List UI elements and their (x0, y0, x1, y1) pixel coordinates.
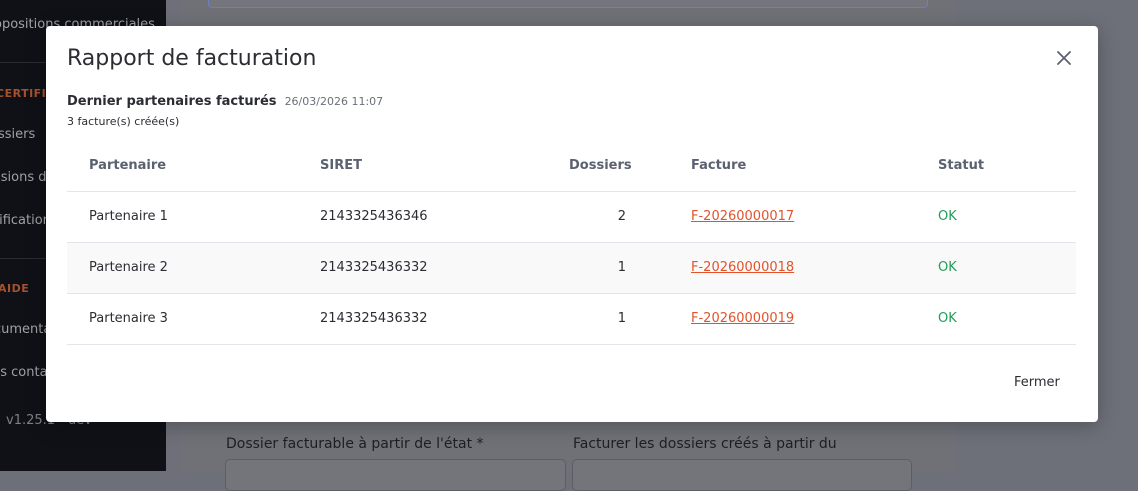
state-select[interactable] (225, 459, 566, 491)
created-date-input[interactable] (572, 459, 912, 491)
created-date-field-label: Facturer les dossiers créés à partir du (573, 436, 837, 452)
cell-partner: Partenaire 2 (89, 260, 168, 275)
column-header-siret: SIRET (320, 158, 362, 173)
cell-dossiers: 1 (617, 260, 626, 275)
status-badge: OK (938, 260, 957, 275)
column-header-dossiers: Dossiers (569, 158, 632, 173)
status-badge: OK (938, 209, 957, 224)
invoice-link[interactable]: F-20260000017 (691, 209, 794, 224)
column-header-partner: Partenaire (89, 158, 167, 173)
billing-report-modal: Rapport de facturation Dernier partenair… (46, 26, 1098, 422)
sidebar-item-dossiers[interactable]: ssiers (0, 127, 35, 142)
cell-partner: Partenaire 3 (89, 311, 168, 326)
cell-dossiers: 1 (617, 311, 626, 326)
column-header-status: Statut (938, 158, 985, 173)
cell-siret: 2143325436346 (320, 209, 428, 224)
table-header: Partenaire SIRET Dossiers Facture Statut (67, 140, 1076, 192)
invoice-link[interactable]: F-20260000018 (691, 260, 794, 275)
close-icon (1057, 51, 1071, 65)
table-row: Partenaire 3 2143325436332 1 F-202600000… (67, 294, 1076, 345)
cell-partner: Partenaire 1 (89, 209, 168, 224)
invoice-link[interactable]: F-20260000019 (691, 311, 794, 326)
last-billed-date: 26/03/2026 11:07 (284, 95, 384, 108)
cell-siret: 2143325436332 (320, 311, 428, 326)
table-row: Partenaire 2 2143325436332 1 F-202600000… (67, 243, 1076, 294)
cell-siret: 2143325436332 (320, 260, 428, 275)
close-button[interactable]: Fermer (1006, 371, 1068, 394)
state-field-label: Dossier facturable à partir de l'état * (226, 436, 484, 452)
cell-dossiers: 2 (617, 209, 626, 224)
status-badge: OK (938, 311, 957, 326)
invoice-count: 3 facture(s) créée(s) (67, 115, 180, 128)
background-input (208, 0, 928, 8)
last-billed-info: Dernier partenaires facturés 26/03/2026 1… (67, 90, 383, 109)
table-row: Partenaire 1 2143325436346 2 F-202600000… (67, 192, 1076, 243)
modal-title: Rapport de facturation (67, 46, 317, 71)
column-header-invoice: Facture (691, 158, 747, 173)
modal-close-button[interactable] (1052, 46, 1076, 70)
billing-table: Partenaire SIRET Dossiers Facture Statut… (67, 140, 1076, 345)
sidebar-section-aide: AIDE (0, 282, 30, 295)
last-billed-label: Dernier partenaires facturés (67, 94, 277, 109)
